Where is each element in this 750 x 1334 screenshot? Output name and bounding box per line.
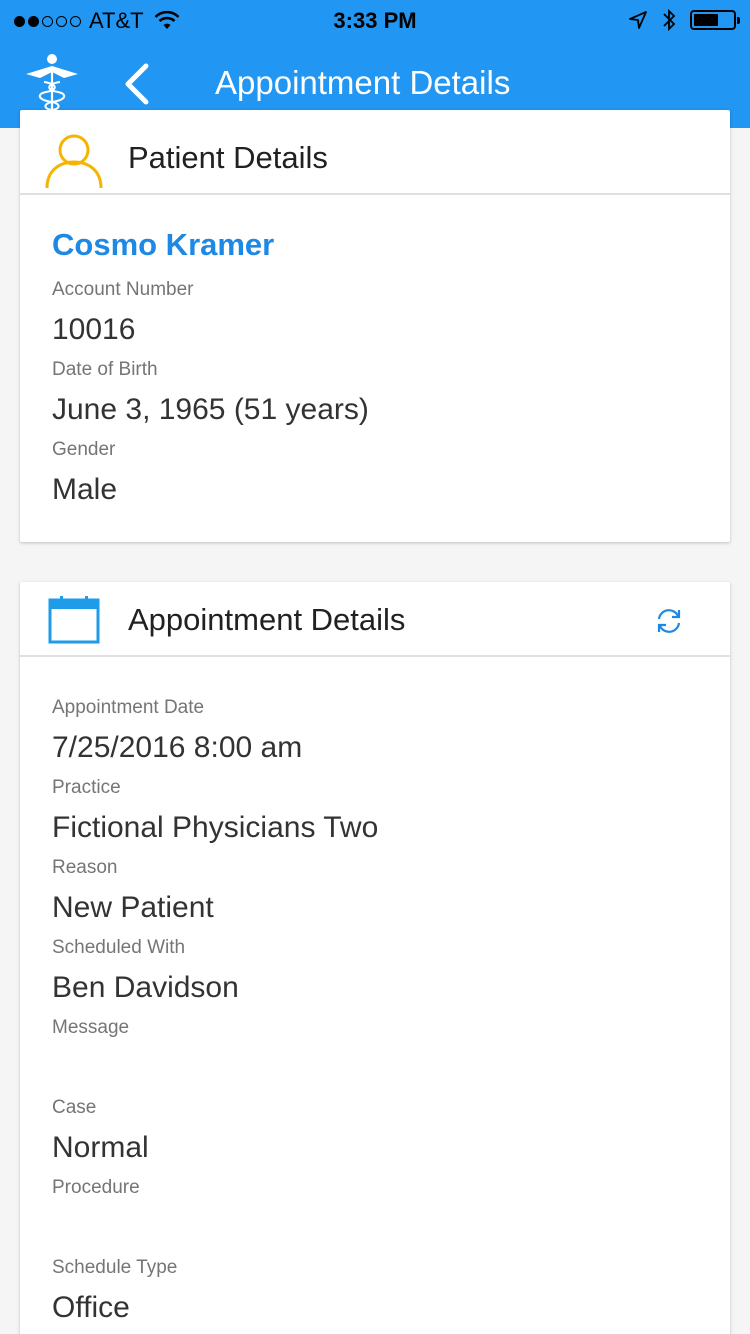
status-right — [628, 8, 740, 32]
gender-label: Gender — [52, 439, 116, 460]
account-number-value: 10016 — [52, 313, 136, 346]
practice-value: Fictional Physicians Two — [52, 811, 379, 844]
case-value: Normal — [52, 1131, 149, 1164]
dob-value: June 3, 1965 (51 years) — [52, 393, 369, 426]
appointment-card-header: Appointment Details — [20, 582, 730, 657]
schedule-type-value: Office — [52, 1291, 130, 1324]
calendar-icon — [48, 595, 100, 644]
practice-label: Practice — [52, 777, 121, 798]
scheduled-with-label: Scheduled With — [52, 937, 186, 958]
reason-value: New Patient — [52, 891, 214, 924]
appointment-date-label: Appointment Date — [52, 697, 205, 718]
patient-card-header: Patient Details — [20, 110, 730, 195]
reason-label: Reason — [52, 857, 118, 878]
scheduled-with-value: Ben Davidson — [52, 971, 239, 1004]
schedule-type-label: Schedule Type — [52, 1257, 178, 1278]
caduceus-icon — [26, 54, 78, 112]
refresh-icon[interactable] — [654, 606, 684, 636]
account-number-label: Account Number — [52, 279, 194, 300]
location-arrow-icon — [629, 11, 647, 29]
gender-value: Male — [52, 473, 118, 506]
status-bar: AT&T 3:33 PM — [0, 0, 750, 40]
bluetooth-icon — [663, 8, 676, 32]
app-header: AT&T 3:33 PM Appointment Details — [0, 0, 750, 128]
dob-label: Date of Birth — [52, 359, 158, 380]
appointment-date-value: 7/25/2016 8:00 am — [52, 731, 303, 764]
appointment-card-title: Appointment Details — [128, 602, 406, 637]
patient-name: Cosmo Kramer — [52, 227, 275, 262]
page-title: Appointment Details — [215, 64, 511, 101]
battery-level — [694, 14, 718, 26]
appointment-details-card: Appointment Details Appointment Date 7/2… — [20, 582, 730, 1334]
case-label: Case — [52, 1097, 97, 1118]
chevron-left-icon[interactable] — [118, 62, 154, 106]
patient-card-title: Patient Details — [128, 140, 328, 175]
patient-details-card: Patient Details Cosmo Kramer Account Num… — [20, 110, 730, 542]
battery-icon — [690, 10, 740, 30]
procedure-label: Procedure — [52, 1177, 140, 1198]
person-icon — [45, 134, 103, 189]
message-label: Message — [52, 1017, 130, 1038]
